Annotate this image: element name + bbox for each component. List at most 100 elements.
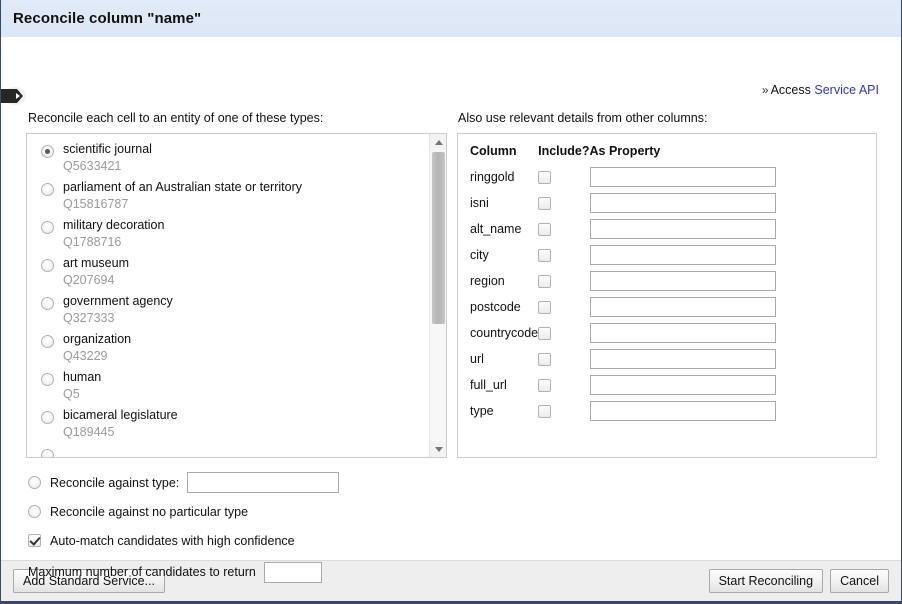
table-row: alt_name bbox=[470, 219, 864, 245]
radio-type-option[interactable] bbox=[41, 373, 54, 386]
reconcile-dialog: Reconcile column "name" »Access Service … bbox=[0, 0, 902, 604]
column-name-cell: url bbox=[470, 349, 538, 375]
scrollbar-thumb[interactable] bbox=[432, 152, 445, 324]
header-include: Include? bbox=[538, 144, 589, 167]
table-row: region bbox=[470, 271, 864, 297]
checkbox-include-column[interactable] bbox=[538, 275, 551, 288]
start-reconciling-button[interactable]: Start Reconciling bbox=[709, 569, 824, 593]
include-cell bbox=[538, 245, 589, 271]
as-property-input[interactable] bbox=[590, 271, 776, 291]
column-name-cell: alt_name bbox=[470, 219, 538, 245]
checkbox-include-column[interactable] bbox=[538, 353, 551, 366]
list-item[interactable]: humanQ5 bbox=[27, 369, 429, 407]
checkbox-include-column[interactable] bbox=[538, 405, 551, 418]
checkbox-include-column[interactable] bbox=[538, 197, 551, 210]
table-row: postcode bbox=[470, 297, 864, 323]
option-against-type[interactable]: Reconcile against type: bbox=[28, 468, 448, 497]
type-option-id: Q1788716 bbox=[63, 234, 164, 251]
as-property-input[interactable] bbox=[590, 401, 776, 421]
radio-type-option[interactable] bbox=[41, 183, 54, 196]
dialog-body: »Access Service API Reconcile each cell … bbox=[1, 38, 901, 560]
column-name-cell: city bbox=[470, 245, 538, 271]
list-item[interactable]: parliament of an Australian state or ter… bbox=[27, 179, 429, 217]
type-option-text: humanQ5 bbox=[63, 369, 101, 403]
list-item[interactable]: government agencyQ327333 bbox=[27, 293, 429, 331]
checkbox-include-column[interactable] bbox=[538, 223, 551, 236]
against-type-label: Reconcile against type: bbox=[50, 476, 179, 490]
column-name-cell: full_url bbox=[470, 375, 538, 401]
column-name-cell: type bbox=[470, 401, 538, 427]
access-service-api: »Access Service API bbox=[762, 83, 879, 97]
scroll-up-arrow-icon[interactable] bbox=[430, 134, 447, 150]
type-list-box: scientific journalQ5633421parliament of … bbox=[26, 133, 447, 458]
checkbox-include-column[interactable] bbox=[538, 327, 551, 340]
as-property-input[interactable] bbox=[590, 375, 776, 395]
column-name-cell: postcode bbox=[470, 297, 538, 323]
checkbox-include-column[interactable] bbox=[538, 301, 551, 314]
as-property-input[interactable] bbox=[590, 349, 776, 369]
columns-table: Column Include? As Property ringgoldisni… bbox=[470, 144, 864, 427]
checkbox-include-column[interactable] bbox=[538, 171, 551, 184]
as-property-input[interactable] bbox=[590, 219, 776, 239]
type-option-id: Q189445 bbox=[63, 424, 178, 441]
as-property-input[interactable] bbox=[590, 167, 776, 187]
type-option-name: scientific journal bbox=[63, 141, 152, 158]
type-option-text: art museumQ207694 bbox=[63, 255, 129, 289]
header-column: Column bbox=[470, 144, 538, 167]
checkbox-auto-match[interactable] bbox=[28, 534, 41, 547]
column-name-cell: countrycode bbox=[470, 323, 538, 349]
max-candidates-input[interactable] bbox=[264, 562, 322, 583]
radio-type-option[interactable] bbox=[41, 221, 54, 234]
radio-against-type[interactable] bbox=[28, 476, 41, 489]
type-option-name: parliament of an Australian state or ter… bbox=[63, 179, 302, 196]
list-item[interactable]: art museumQ207694 bbox=[27, 255, 429, 293]
type-option-name: organization bbox=[63, 331, 131, 348]
auto-match-label: Auto-match candidates with high confiden… bbox=[50, 534, 295, 548]
type-option-id: Q207694 bbox=[63, 272, 129, 289]
as-property-cell bbox=[590, 245, 864, 271]
radio-type-option[interactable] bbox=[41, 449, 54, 457]
type-option-text: bicameral legislatureQ189445 bbox=[63, 407, 178, 441]
radio-type-option[interactable] bbox=[41, 259, 54, 272]
list-item[interactable]: bicameral legislatureQ189445 bbox=[27, 407, 429, 445]
max-candidates-label: Maximum number of candidates to return bbox=[28, 565, 256, 579]
radio-type-option[interactable] bbox=[41, 335, 54, 348]
radio-type-option[interactable] bbox=[41, 145, 54, 158]
list-item[interactable] bbox=[27, 445, 429, 457]
flag-tab-icon[interactable] bbox=[1, 87, 27, 105]
radio-type-option[interactable] bbox=[41, 411, 54, 424]
list-item[interactable]: scientific journalQ5633421 bbox=[27, 141, 429, 179]
as-property-cell bbox=[590, 375, 864, 401]
type-option-id: Q5633421 bbox=[63, 158, 152, 175]
include-cell bbox=[538, 167, 589, 193]
include-cell bbox=[538, 297, 589, 323]
reconcile-options: Reconcile against type: Reconcile agains… bbox=[28, 468, 448, 587]
scroll-down-arrow-icon[interactable] bbox=[430, 441, 447, 457]
option-auto-match[interactable]: Auto-match candidates with high confiden… bbox=[28, 526, 448, 555]
against-type-input[interactable] bbox=[187, 472, 339, 493]
as-property-cell bbox=[590, 297, 864, 323]
as-property-input[interactable] bbox=[590, 193, 776, 213]
list-item[interactable]: military decorationQ1788716 bbox=[27, 217, 429, 255]
type-list-scrollbar[interactable] bbox=[429, 134, 446, 457]
option-no-particular-type[interactable]: Reconcile against no particular type bbox=[28, 497, 448, 526]
as-property-input[interactable] bbox=[590, 297, 776, 317]
checkbox-include-column[interactable] bbox=[538, 379, 551, 392]
radio-no-particular-type[interactable] bbox=[28, 505, 41, 518]
type-list: scientific journalQ5633421parliament of … bbox=[27, 134, 429, 457]
reconcile-types-label: Reconcile each cell to an entity of one … bbox=[28, 111, 323, 125]
as-property-input[interactable] bbox=[590, 245, 776, 265]
as-property-cell bbox=[590, 349, 864, 375]
chevron-right-icon: » bbox=[762, 83, 769, 97]
list-item[interactable]: organizationQ43229 bbox=[27, 331, 429, 369]
service-api-link[interactable]: Service API bbox=[814, 83, 879, 97]
include-cell bbox=[538, 401, 589, 427]
table-row: isni bbox=[470, 193, 864, 219]
radio-type-option[interactable] bbox=[41, 297, 54, 310]
as-property-input[interactable] bbox=[590, 323, 776, 343]
dialog-titlebar: Reconcile column "name" bbox=[1, 0, 901, 38]
as-property-cell bbox=[590, 193, 864, 219]
as-property-cell bbox=[590, 401, 864, 427]
cancel-button[interactable]: Cancel bbox=[830, 569, 889, 593]
checkbox-include-column[interactable] bbox=[538, 249, 551, 262]
